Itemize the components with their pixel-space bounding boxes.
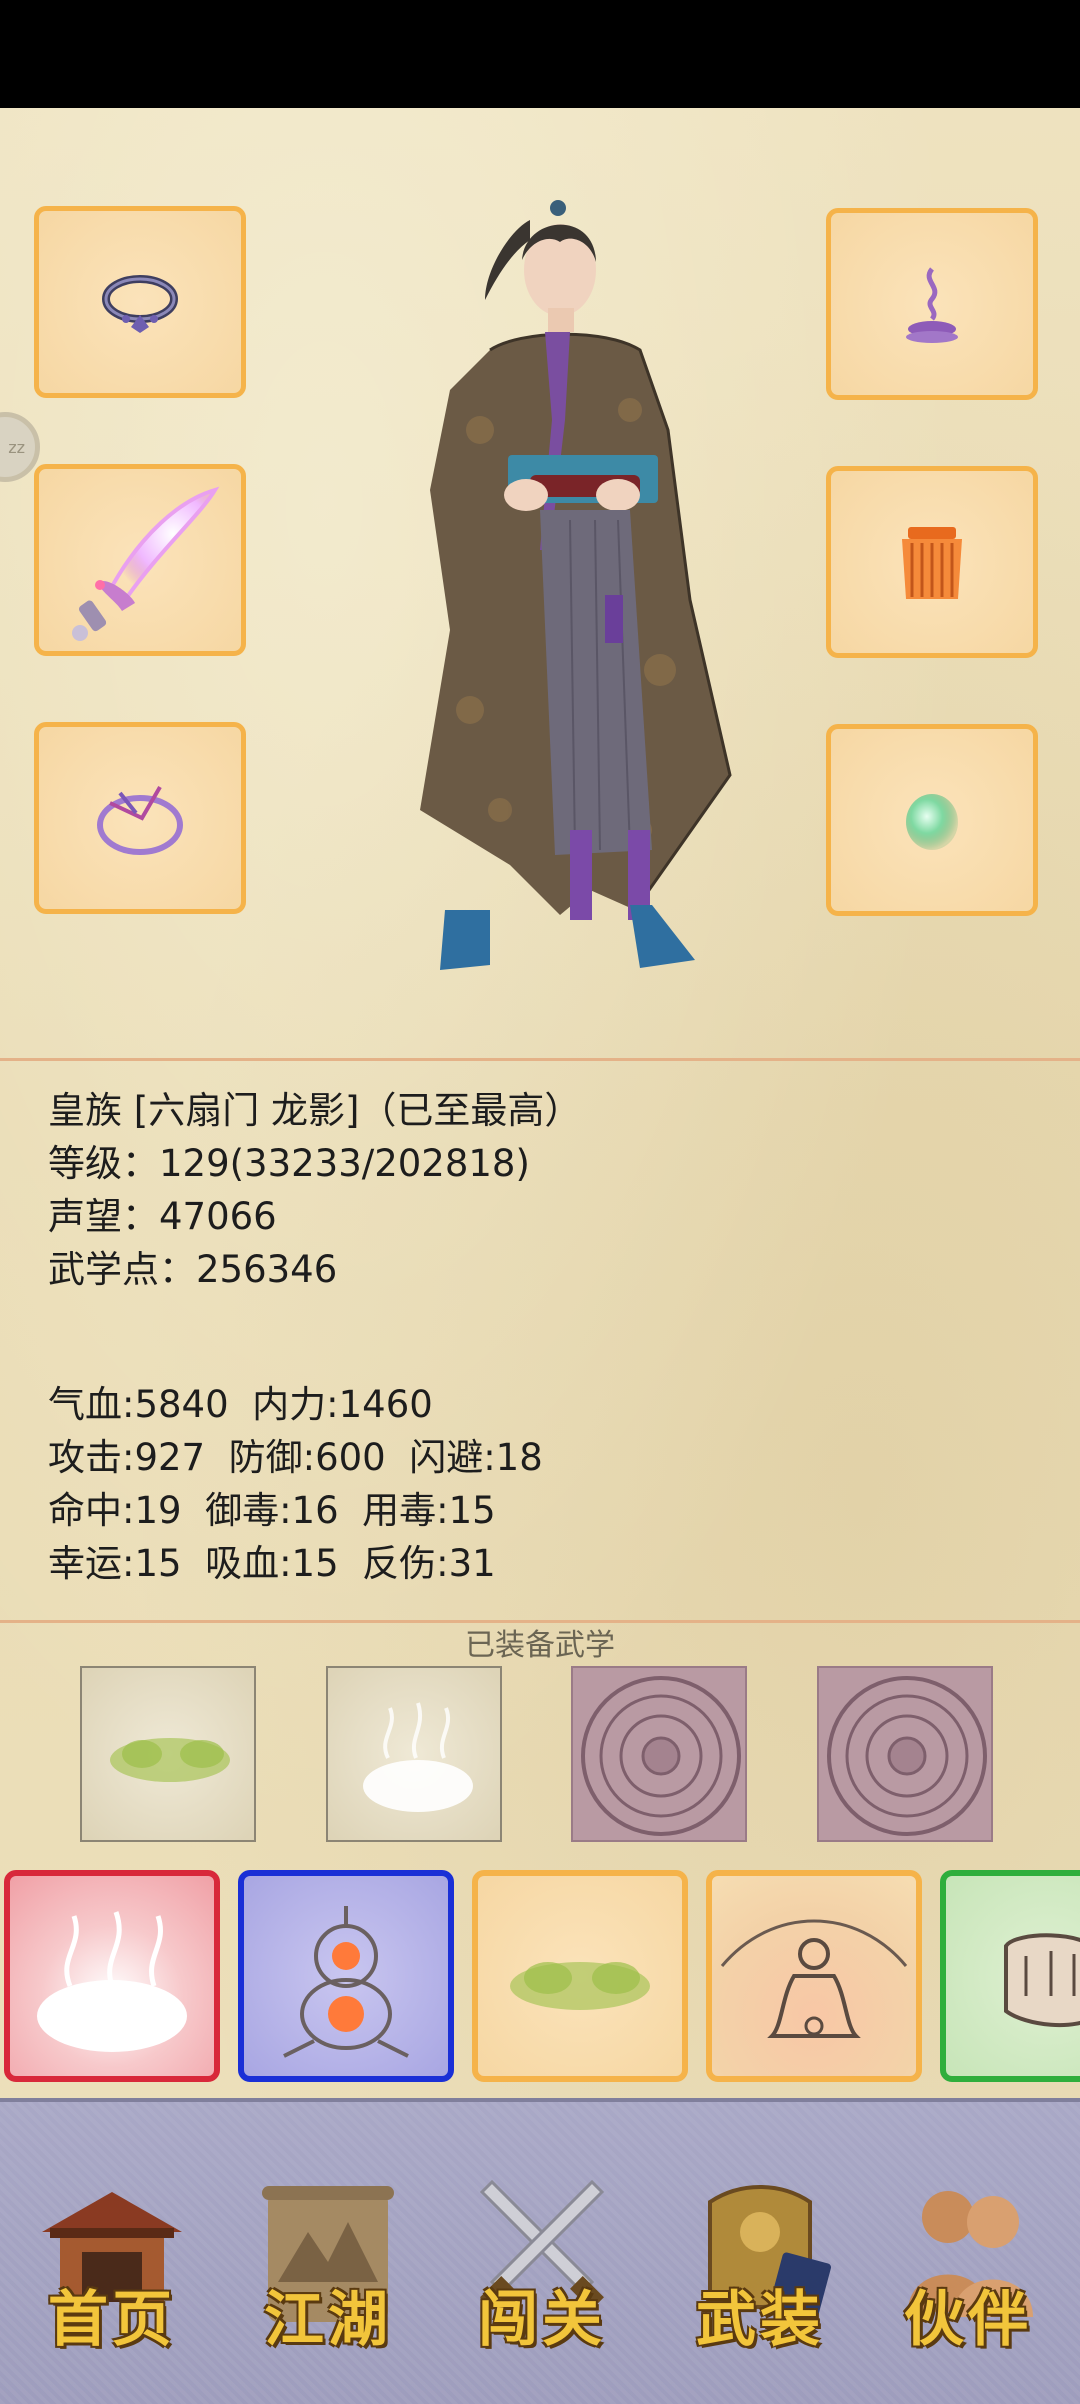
white-qi-icon: [37, 1911, 187, 2052]
skill-card-gourd[interactable]: [238, 1870, 454, 2082]
green-beast-icon: [510, 1962, 650, 2010]
stats-row-4: 幸运:15 吸血:15 反伤:31: [48, 1542, 496, 1585]
skill-card-fist[interactable]: [940, 1870, 1080, 2082]
nav-chuangguan[interactable]: 闯关: [452, 2162, 632, 2362]
character-stats: 气血:5840 内力:1460 攻击:927 防御:600 闪避:18 命中:1…: [48, 1378, 543, 1590]
sword-icon: [72, 486, 220, 641]
skill-card-beast[interactable]: [472, 1870, 688, 2082]
character-portrait: [420, 200, 732, 970]
equip-slot-jade[interactable]: [826, 724, 1038, 916]
character-title: 皇族 [六扇门 龙影]（已至最高）: [48, 1089, 582, 1132]
nav-wuzhuang[interactable]: 武装: [670, 2162, 850, 2362]
nav-wuzhuang-label: 武装: [696, 2285, 824, 2355]
nav-home[interactable]: 首页: [22, 2162, 202, 2362]
stats-row-1: 气血:5840 内力:1460: [48, 1383, 433, 1426]
nav-jianghu-label: 江湖: [264, 2285, 392, 2355]
armor-icon: [902, 527, 962, 599]
skill-card-meditate[interactable]: [706, 1870, 922, 2082]
aztec-disc-icon: [827, 1676, 987, 1836]
equip-slot-armor[interactable]: [826, 466, 1038, 658]
nav-huoban[interactable]: 伙伴: [878, 2162, 1058, 2362]
equipped-martial-title: 已装备武学: [465, 1628, 615, 1663]
gourd-icon: [283, 1906, 409, 2058]
nav-home-label: 首页: [48, 2285, 176, 2355]
divider-top: [0, 1058, 1080, 1061]
status-bar: [0, 0, 1080, 108]
character-reputation: 声望：47066: [48, 1195, 277, 1238]
stats-row-3: 命中:19 御毒:16 用毒:15: [48, 1489, 496, 1532]
equip-slot-weapon[interactable]: [34, 464, 246, 656]
incense-icon: [906, 267, 958, 343]
nav-chuangguan-label: 闯关: [478, 2285, 606, 2355]
skill-card-qi[interactable]: [4, 1870, 220, 2082]
character-martial-points: 武学点：256346: [48, 1248, 338, 1291]
stats-row-2: 攻击:927 防御:600 闪避:18: [48, 1436, 543, 1479]
jade-icon: [906, 794, 958, 850]
equipped-martial-slot-4[interactable]: [817, 1666, 993, 1842]
fist-icon: [1004, 1933, 1080, 2027]
equip-slot-incense[interactable]: [826, 208, 1038, 400]
character-level: 等级：129(33233/202818): [48, 1142, 530, 1185]
equip-slot-bracelet[interactable]: [34, 206, 246, 398]
equipped-martial-slot-3[interactable]: [571, 1666, 747, 1842]
aztec-disc-icon: [581, 1676, 741, 1836]
green-beast-icon: [110, 1738, 230, 1782]
equipped-martial-slot-1[interactable]: [80, 1666, 256, 1842]
nav-huoban-label: 伙伴: [904, 2285, 1032, 2355]
bracelet-icon: [102, 275, 178, 333]
equip-slot-ring[interactable]: [34, 722, 246, 914]
character-info: 皇族 [六扇门 龙影]（已至最高） 等级：129(33233/202818) 声…: [48, 1084, 581, 1296]
bottom-navigation: 首页 江湖 闯关 武装 伙伴: [0, 2098, 1080, 2404]
meditation-icon: [720, 1919, 908, 2038]
skill-list[interactable]: [0, 1866, 1080, 2086]
white-qi-icon: [363, 1702, 473, 1812]
equipped-martial-slot-2[interactable]: [326, 1666, 502, 1842]
ring-icon: [97, 785, 183, 855]
nav-jianghu[interactable]: 江湖: [238, 2162, 418, 2362]
